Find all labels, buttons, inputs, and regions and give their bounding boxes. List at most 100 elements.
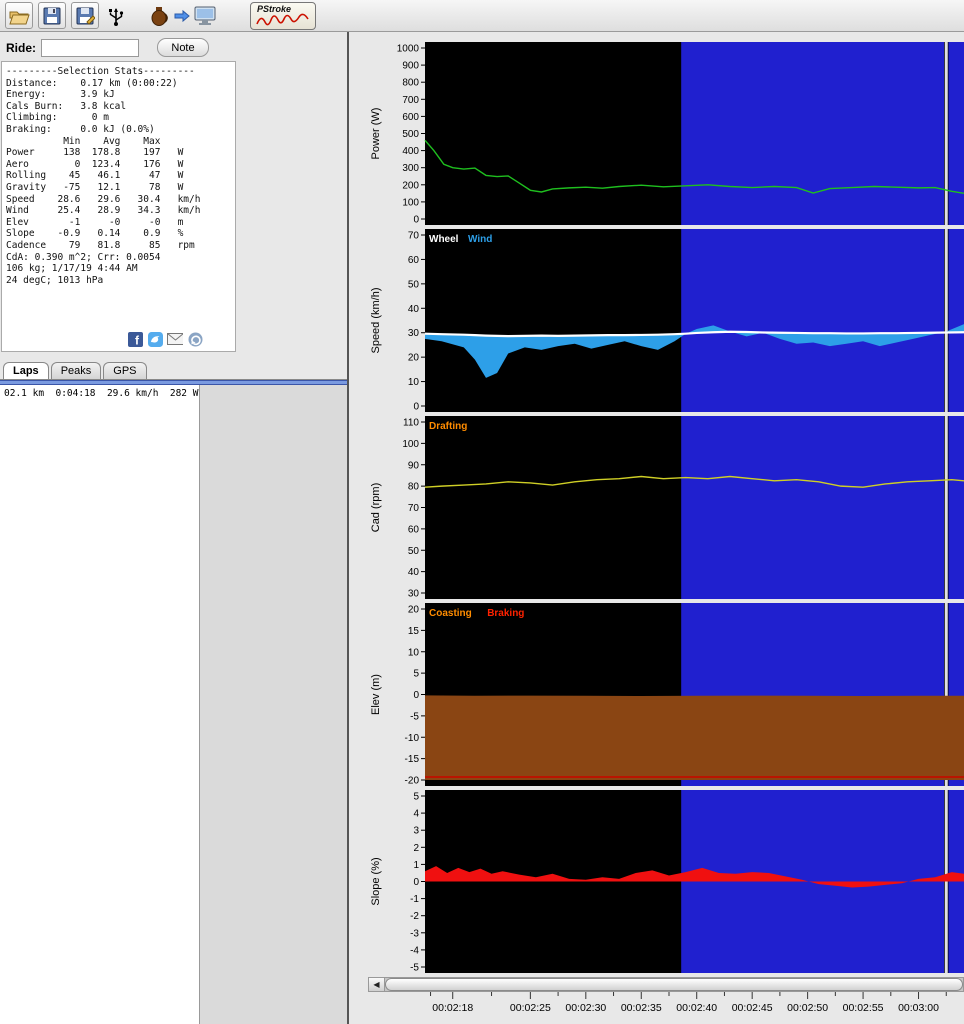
svg-text:30: 30 bbox=[408, 328, 420, 339]
chart-speed[interactable]: 010203040506070Speed (km/h)WheelWind bbox=[368, 229, 964, 412]
svg-text:400: 400 bbox=[402, 146, 419, 157]
svg-text:5: 5 bbox=[413, 669, 419, 680]
svg-text:00:02:40: 00:02:40 bbox=[676, 1002, 717, 1014]
svg-text:40: 40 bbox=[408, 567, 420, 578]
svg-text:60: 60 bbox=[408, 255, 420, 266]
chart-cadence[interactable]: 30405060708090100110Cad (rpm)Drafting bbox=[368, 416, 964, 599]
svg-text:Power (W): Power (W) bbox=[370, 108, 382, 160]
display-button[interactable] bbox=[193, 2, 217, 29]
monitor-icon bbox=[193, 5, 217, 27]
toolbar: PStroke bbox=[0, 0, 964, 32]
usb-icon bbox=[105, 4, 127, 28]
svg-text:70: 70 bbox=[408, 503, 420, 514]
svg-text:Elev (m): Elev (m) bbox=[370, 674, 382, 715]
tab-laps[interactable]: Laps bbox=[3, 362, 49, 379]
ride-row: Ride: Note bbox=[0, 32, 347, 61]
empty-side-pane bbox=[200, 385, 347, 1024]
svg-text:20: 20 bbox=[408, 353, 420, 364]
svg-text:10: 10 bbox=[408, 377, 420, 388]
svg-text:15: 15 bbox=[408, 626, 420, 637]
chart-elevation[interactable]: -20-15-10-505101520Elev (m)CoastingBraki… bbox=[368, 603, 964, 786]
selection-stats: ---------Selection Stats--------- Distan… bbox=[2, 62, 235, 290]
svg-text:Drafting: Drafting bbox=[429, 421, 467, 432]
lap-item[interactable]: 02.1 km 0:04:18 29.6 km/h 282 W bbox=[0, 385, 199, 402]
usb-sync-button[interactable] bbox=[104, 2, 128, 29]
svg-text:5: 5 bbox=[413, 792, 419, 803]
svg-text:00:02:35: 00:02:35 bbox=[621, 1002, 662, 1014]
svg-text:800: 800 bbox=[402, 78, 419, 89]
tab-gps[interactable]: GPS bbox=[103, 362, 146, 379]
ride-label: Ride: bbox=[6, 41, 36, 55]
pstroke-scribble-icon bbox=[253, 12, 313, 30]
chart-slope[interactable]: -5-4-3-2-1012345Slope (%) bbox=[368, 790, 964, 973]
svg-text:50: 50 bbox=[408, 279, 420, 290]
device-export-button[interactable] bbox=[147, 2, 171, 29]
lower-panels: 02.1 km 0:04:18 29.6 km/h 282 W bbox=[0, 385, 347, 1024]
svg-text:Slope (%): Slope (%) bbox=[370, 857, 382, 905]
save-floppy-icon bbox=[42, 6, 62, 26]
twitter-icon[interactable] bbox=[147, 331, 163, 347]
chart-stack: 01002003004005006007008009001000Power (W… bbox=[368, 42, 964, 973]
svg-text:10: 10 bbox=[408, 647, 420, 658]
svg-text:0: 0 bbox=[413, 690, 419, 701]
svg-text:3: 3 bbox=[413, 826, 419, 837]
left-panel: Ride: Note ---------Selection Stats-----… bbox=[0, 32, 349, 1024]
svg-text:0: 0 bbox=[413, 877, 419, 888]
svg-text:80: 80 bbox=[408, 482, 420, 493]
chart-power[interactable]: 01002003004005006007008009001000Power (W… bbox=[368, 42, 964, 225]
lap-list: 02.1 km 0:04:18 29.6 km/h 282 W bbox=[0, 385, 200, 1024]
ride-input[interactable] bbox=[41, 39, 139, 57]
email-icon[interactable] bbox=[167, 331, 183, 347]
powerstroke-app: PStroke Ride: Note ---------Selection St… bbox=[0, 0, 964, 1024]
tab-bar: Laps Peaks GPS bbox=[0, 358, 347, 380]
facebook-icon[interactable]: f bbox=[127, 331, 143, 347]
chart-scrollbar[interactable]: ◀ bbox=[368, 977, 964, 992]
open-file-button[interactable] bbox=[5, 2, 33, 29]
svg-text:00:02:25: 00:02:25 bbox=[510, 1002, 551, 1014]
svg-text:Coasting: Coasting bbox=[429, 608, 472, 619]
share-bar: f bbox=[127, 331, 203, 347]
svg-text:-2: -2 bbox=[410, 911, 419, 922]
svg-text:00:02:55: 00:02:55 bbox=[843, 1002, 884, 1014]
svg-text:-3: -3 bbox=[410, 928, 419, 939]
save-button[interactable] bbox=[38, 2, 66, 29]
svg-text:20: 20 bbox=[408, 605, 420, 616]
save-as-button[interactable] bbox=[71, 2, 99, 29]
tab-peaks[interactable]: Peaks bbox=[51, 362, 102, 379]
svg-text:40: 40 bbox=[408, 304, 420, 315]
scrollbar-thumb[interactable] bbox=[385, 978, 963, 991]
svg-text:Speed (km/h): Speed (km/h) bbox=[370, 287, 382, 353]
export-group bbox=[147, 2, 217, 29]
svg-text:110: 110 bbox=[403, 418, 419, 429]
send-arrow-icon bbox=[173, 9, 191, 23]
svg-text:00:02:50: 00:02:50 bbox=[787, 1002, 828, 1014]
svg-text:50: 50 bbox=[408, 546, 420, 557]
svg-text:Braking: Braking bbox=[487, 608, 524, 619]
device-jug-icon bbox=[149, 5, 169, 27]
pstroke-button[interactable]: PStroke bbox=[250, 2, 316, 30]
note-button[interactable]: Note bbox=[157, 38, 209, 57]
svg-text:-5: -5 bbox=[410, 711, 419, 722]
svg-text:100: 100 bbox=[402, 197, 419, 208]
svg-text:2: 2 bbox=[413, 843, 419, 854]
share-icon[interactable] bbox=[187, 331, 203, 347]
scroll-left-arrow[interactable]: ◀ bbox=[369, 978, 385, 991]
svg-text:100: 100 bbox=[402, 439, 419, 450]
svg-text:1000: 1000 bbox=[397, 44, 420, 55]
svg-text:00:03:00: 00:03:00 bbox=[898, 1002, 939, 1014]
open-folder-icon bbox=[8, 6, 30, 26]
svg-text:60: 60 bbox=[408, 524, 420, 535]
svg-text:-5: -5 bbox=[410, 963, 419, 974]
svg-text:-1: -1 bbox=[410, 894, 419, 905]
svg-text:00:02:18: 00:02:18 bbox=[432, 1002, 473, 1014]
svg-text:00:02:45: 00:02:45 bbox=[732, 1002, 773, 1014]
svg-text:-4: -4 bbox=[410, 945, 419, 956]
svg-text:200: 200 bbox=[402, 180, 419, 191]
svg-text:500: 500 bbox=[402, 129, 419, 140]
svg-text:30: 30 bbox=[408, 589, 420, 600]
svg-text:-15: -15 bbox=[405, 754, 420, 765]
x-axis: 00:02:1800:02:2500:02:3000:02:3500:02:40… bbox=[368, 992, 964, 1016]
svg-text:4: 4 bbox=[413, 809, 419, 820]
save-as-floppy-icon bbox=[75, 6, 95, 26]
content: Ride: Note ---------Selection Stats-----… bbox=[0, 32, 964, 1024]
